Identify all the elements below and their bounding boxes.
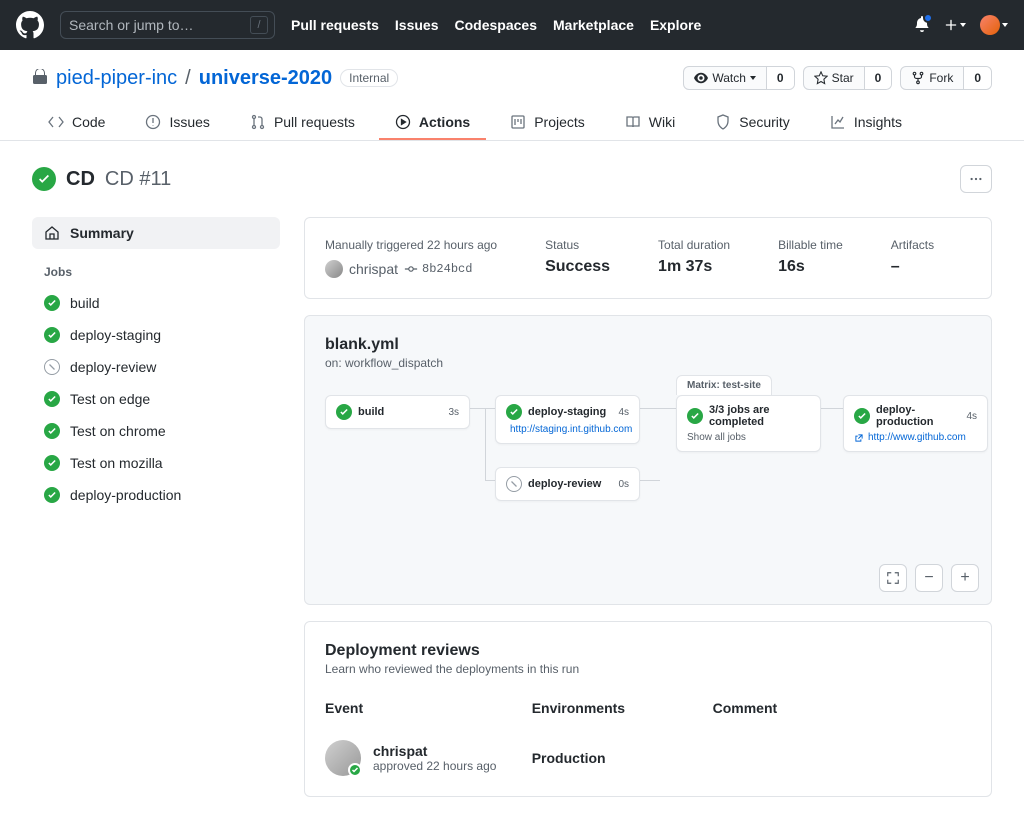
success-icon [44,391,60,407]
lock-icon [32,69,48,88]
col-environments: Environments [532,700,713,716]
deployment-reviews: Deployment reviews Learn who reviewed th… [304,621,992,797]
summary-box: Manually triggered 22 hours ago chrispat… [304,217,992,299]
zoom-out-button[interactable]: − [915,564,943,592]
job-name: deploy-production [70,487,181,503]
zoom-in-button[interactable]: + [951,564,979,592]
repo-owner-link[interactable]: pied-piper-inc [56,67,177,90]
jobs-heading: Jobs [32,249,280,287]
search-input[interactable]: Search or jump to… / [60,11,275,39]
tab-actions[interactable]: Actions [379,106,486,140]
more-actions-button[interactable] [960,165,992,193]
search-placeholder: Search or jump to… [69,17,194,33]
workflow-title: CD [66,168,95,191]
nav-marketplace[interactable]: Marketplace [553,17,634,33]
slash-key-icon: / [250,16,268,34]
status-success-icon [32,167,56,191]
job-name: deploy-review [70,359,156,375]
sidebar-summary-label: Summary [70,225,134,241]
commit-sha[interactable]: 8b24bcd [404,262,472,276]
col-comment: Comment [713,700,971,716]
trigger-user[interactable]: chrispat [349,261,398,277]
star-button[interactable]: Star 0 [803,66,893,90]
avatar [980,15,1000,35]
workflow-subtitle: CD #11 [105,168,171,191]
job-name: deploy-staging [70,327,161,343]
sidebar-job-deploy-staging[interactable]: deploy-staging [32,319,280,351]
user-avatar-icon [325,260,343,278]
billable-value: 16s [778,258,843,276]
tab-projects[interactable]: Projects [494,106,601,140]
job-name: Test on chrome [70,423,166,439]
graph-node-matrix[interactable]: 3/3 jobs are completed Show all jobs [676,395,821,452]
workflow-trigger: on: workflow_dispatch [325,356,971,370]
sidebar-job-Test on chrome[interactable]: Test on chrome [32,415,280,447]
tab-security[interactable]: Security [699,106,806,140]
artifacts-value: – [891,258,934,276]
success-icon [44,327,60,343]
success-icon [44,295,60,311]
create-menu[interactable] [944,18,966,32]
sidebar-job-deploy-review[interactable]: deploy-review [32,351,280,383]
fullscreen-button[interactable] [879,564,907,592]
repo-name-link[interactable]: universe-2020 [199,67,332,90]
graph-node-deploy-staging[interactable]: deploy-staging4s http://staging.int.gith… [495,395,640,444]
nav-explore[interactable]: Explore [650,17,701,33]
sidebar-job-Test on mozilla[interactable]: Test on mozilla [32,447,280,479]
user-menu[interactable] [980,15,1008,35]
watch-button[interactable]: Watch 0 [683,66,794,90]
matrix-label: Matrix: test-site [676,375,772,395]
skipped-icon [44,359,60,375]
review-environment: Production [532,750,713,766]
job-name: build [70,295,100,311]
reviewer-avatar [325,740,361,776]
status-value: Success [545,258,610,276]
tab-code[interactable]: Code [32,106,121,140]
tab-pulls[interactable]: Pull requests [234,106,371,140]
success-icon [44,423,60,439]
review-row: chrispat approved 22 hours ago Productio… [325,728,971,776]
github-logo[interactable] [16,11,44,39]
reviewer-name[interactable]: chrispat [373,743,496,759]
success-icon [44,487,60,503]
tab-issues[interactable]: Issues [129,106,225,140]
duration-value: 1m 37s [658,258,730,276]
graph-node-deploy-production[interactable]: deploy-production4s http://www.github.co… [843,395,988,452]
trigger-text: Manually triggered 22 hours ago [325,238,497,252]
fork-button[interactable]: Fork 0 [900,66,992,90]
tab-insights[interactable]: Insights [814,106,918,140]
sidebar-job-build[interactable]: build [32,287,280,319]
notification-dot [923,13,933,23]
sidebar-job-deploy-production[interactable]: deploy-production [32,479,280,511]
success-icon [44,455,60,471]
notifications-icon[interactable] [914,16,930,35]
workflow-file: blank.yml [325,336,971,354]
graph-node-deploy-review[interactable]: deploy-review0s [495,467,640,501]
nav-issues[interactable]: Issues [395,17,439,33]
nav-pulls[interactable]: Pull requests [291,17,379,33]
job-name: Test on mozilla [70,455,163,471]
nav-codespaces[interactable]: Codespaces [455,17,537,33]
sidebar-summary[interactable]: Summary [32,217,280,249]
graph-node-build[interactable]: build3s [325,395,470,429]
col-event: Event [325,700,532,716]
tab-wiki[interactable]: Wiki [609,106,691,140]
job-name: Test on edge [70,391,150,407]
visibility-badge: Internal [340,69,398,87]
review-action: approved 22 hours ago [373,759,496,773]
sidebar-job-Test on edge[interactable]: Test on edge [32,383,280,415]
workflow-graph: blank.yml on: workflow_dispatch build3s [304,315,992,605]
